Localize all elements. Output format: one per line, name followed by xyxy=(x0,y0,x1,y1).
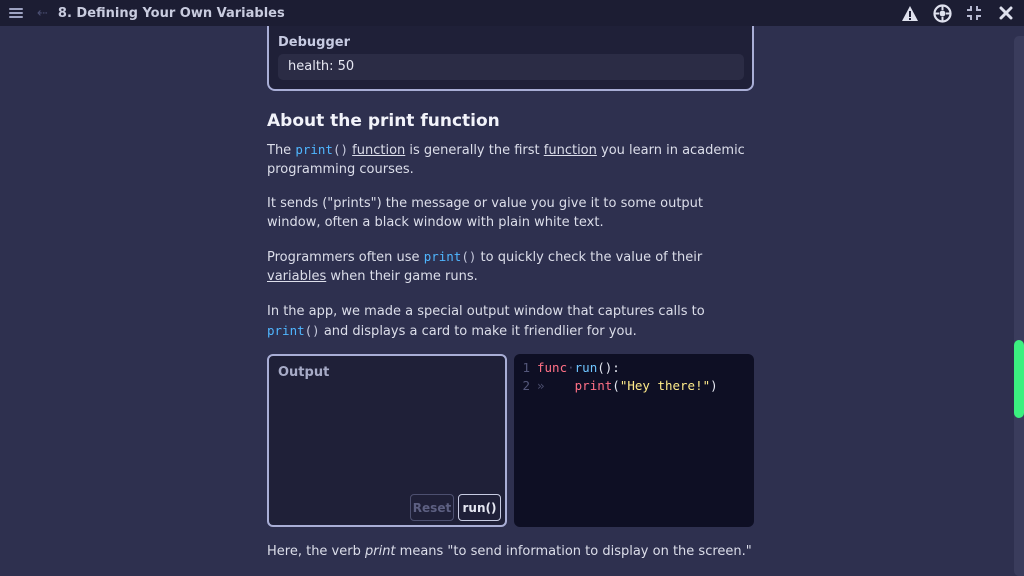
glossary-link-variables[interactable]: variables xyxy=(267,269,326,284)
reset-button[interactable]: Reset xyxy=(410,494,454,521)
paragraph-2: It sends ("prints") the message or value… xyxy=(267,196,704,230)
code-line-2: 2» print("Hey there!") xyxy=(522,378,718,393)
output-label: Output xyxy=(278,365,330,380)
paragraph-3: Programmers often use print() to quickly… xyxy=(267,249,703,284)
fullscreen-icon[interactable] xyxy=(964,3,984,23)
top-bar: ⇠ 8. Defining Your Own Variables xyxy=(0,0,1024,26)
paragraph-4: In the app, we made a special output win… xyxy=(267,304,705,339)
glossary-link-function[interactable]: function xyxy=(352,143,405,158)
scrollbar-thumb[interactable] xyxy=(1014,340,1024,418)
inline-code: print() xyxy=(295,142,349,157)
inline-code: print() xyxy=(423,249,477,264)
warning-icon[interactable] xyxy=(900,3,920,23)
code-editor[interactable]: 1 func·run(): 2» print("Hey there!") xyxy=(514,354,754,527)
paragraph-1: The print() function is generally the fi… xyxy=(267,142,745,177)
glossary-link-function-2[interactable]: function xyxy=(544,143,597,158)
scrollbar-track[interactable] xyxy=(1014,36,1024,576)
run-button[interactable]: run() xyxy=(458,494,501,521)
output-panel: Output Reset run() xyxy=(267,354,507,527)
close-icon[interactable] xyxy=(996,3,1016,23)
menu-icon[interactable] xyxy=(9,8,23,18)
paragraph-5: Here, the verb print means "to send info… xyxy=(267,544,752,559)
debugger-value: health: 50 xyxy=(278,54,744,80)
section-heading: About the print function xyxy=(267,111,500,131)
back-arrow-icon[interactable]: ⇠ xyxy=(37,6,48,21)
settings-gear-icon[interactable] xyxy=(932,3,952,23)
debugger-label: Debugger xyxy=(278,35,351,50)
page-title: 8. Defining Your Own Variables xyxy=(57,5,285,21)
debugger-panel: Debugger health: 50 xyxy=(267,26,754,91)
code-line-1: 1 func·run(): xyxy=(522,360,620,375)
inline-code: print() xyxy=(267,322,320,338)
